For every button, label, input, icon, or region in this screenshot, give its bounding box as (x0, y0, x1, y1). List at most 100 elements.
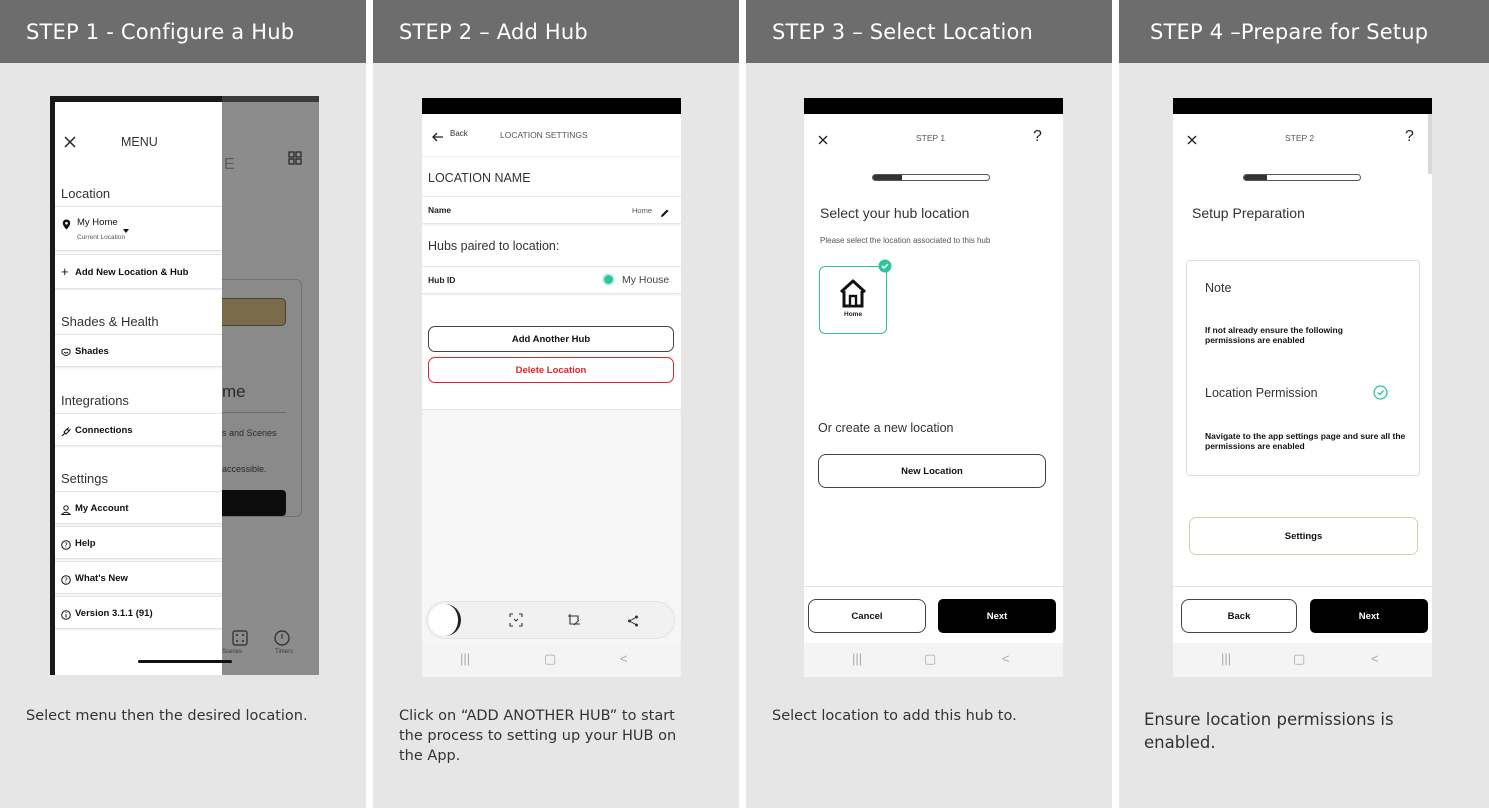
shades-item[interactable]: Shades (55, 334, 222, 367)
next-button[interactable]: Next (1310, 599, 1428, 633)
location-settings-screenshot: Back LOCATION SETTINGS LOCATION NAME Nam… (422, 98, 681, 677)
svg-text:?: ? (64, 542, 68, 550)
connections-label: Connections (75, 425, 133, 436)
next-button[interactable]: Next (938, 599, 1056, 633)
back-nav-icon[interactable]: < (620, 651, 628, 666)
android-nav-bar: ||| ▢ < (1173, 643, 1432, 677)
note-heading: Note (1205, 281, 1232, 295)
home-indicator (138, 660, 232, 663)
step-1-title: STEP 1 - Configure a Hub (0, 0, 366, 63)
scan-icon[interactable] (509, 613, 523, 632)
setup-preparation-screenshot: STEP 2 ? Setup Preparation Note If not a… (1173, 98, 1432, 677)
hub-name: My House (622, 274, 670, 286)
tab-scenes-label: Scenes (222, 649, 243, 655)
background-text: accessible. (222, 464, 267, 474)
share-icon[interactable] (627, 614, 639, 632)
help-icon: ? (61, 537, 71, 555)
grid-icon (288, 151, 302, 170)
progress-fill (1244, 175, 1268, 180)
add-another-hub-button[interactable]: Add Another Hub (428, 326, 674, 352)
house-icon (837, 279, 869, 314)
hub-status-dot (604, 275, 613, 284)
background-letter: E (224, 156, 235, 173)
new-location-button[interactable]: New Location (818, 454, 1046, 488)
step-1-panel: STEP 1 - Configure a Hub E me s and Scen… (0, 0, 366, 808)
settings-section-heading: Settings (61, 471, 108, 486)
location-section-heading: Location (61, 186, 111, 201)
connections-item[interactable]: Connections (55, 413, 222, 446)
back-button[interactable]: Back (1181, 599, 1297, 633)
whats-new-label: What's New (75, 573, 128, 584)
shades-label: Shades (75, 346, 109, 357)
version-label: Version 3.1.1 (91) (75, 608, 153, 619)
back-label[interactable]: Back (450, 129, 468, 138)
dimmed-background: E me s and Scenes accessible. Scenes Tim… (222, 96, 319, 675)
settings-button[interactable]: Settings (1189, 517, 1418, 555)
version-item[interactable]: Version 3.1.1 (91) (55, 596, 222, 629)
progress-bar (872, 174, 990, 181)
integrations-section-heading: Integrations (61, 393, 129, 408)
permission-check-icon (1373, 385, 1388, 405)
whats-new-item[interactable]: ? What's New (55, 561, 222, 594)
step-2-title: STEP 2 – Add Hub (373, 0, 739, 63)
back-arrow-icon[interactable] (432, 129, 444, 147)
bottom-toolbar (426, 601, 675, 639)
recents-icon[interactable]: ||| (460, 651, 470, 666)
location-name-heading: LOCATION NAME (428, 171, 531, 185)
name-label: Name (428, 205, 452, 215)
shades-icon (61, 345, 71, 363)
help-item[interactable]: ? Help (55, 526, 222, 559)
help-icon[interactable]: ? (1033, 128, 1042, 146)
step-1-caption: Select menu then the desired location. (26, 708, 308, 724)
background-title: me (222, 382, 246, 401)
step-2-caption: Click on “ADD ANOTHER HUB” to start the … (399, 708, 677, 764)
scenes-tab-icon (232, 630, 248, 651)
back-nav-icon[interactable]: < (1371, 651, 1379, 666)
step-3-caption: Select location to add this hub to. (772, 708, 1017, 724)
toolbar-handle[interactable] (429, 604, 461, 636)
recents-icon[interactable]: ||| (1221, 651, 1231, 666)
home-icon[interactable]: ▢ (924, 651, 936, 667)
add-location-item[interactable]: + Add New Location & Hub (55, 254, 222, 289)
current-location-item[interactable]: My Home Current Location (55, 206, 222, 251)
location-tile-home[interactable]: Home (819, 259, 892, 334)
edit-pencil-icon[interactable] (660, 205, 670, 223)
step-4-caption: Ensure location permissions is enabled. (1144, 710, 1394, 752)
my-account-item[interactable]: My Account (55, 491, 222, 524)
scrollbar[interactable] (1428, 114, 1432, 174)
name-row[interactable]: Name Home (422, 196, 681, 224)
background-text: s and Scenes (222, 428, 277, 438)
svg-text:?: ? (64, 577, 68, 585)
cancel-button[interactable]: Cancel (808, 599, 926, 633)
step-label: STEP 1 (916, 133, 946, 143)
location-tile-label: Home (844, 311, 863, 318)
step-4-title: STEP 4 –Prepare for Setup (1119, 0, 1489, 63)
name-value: Home (632, 206, 653, 215)
background-gold-button (222, 298, 286, 326)
home-icon[interactable]: ▢ (1293, 651, 1305, 667)
close-icon[interactable] (818, 132, 828, 150)
delete-location-button[interactable]: Delete Location (428, 357, 674, 383)
tab-timers-label: Timers (275, 649, 294, 655)
step-3-title: STEP 3 – Select Location (746, 0, 1112, 63)
recents-icon[interactable]: ||| (852, 651, 862, 666)
pin-icon (62, 217, 71, 235)
back-nav-icon[interactable]: < (1002, 651, 1010, 666)
home-icon[interactable]: ▢ (544, 651, 556, 667)
progress-bar (1243, 174, 1361, 181)
create-location-heading: Or create a new location (818, 421, 954, 435)
crop-edit-icon[interactable] (567, 613, 581, 632)
help-icon[interactable]: ? (1405, 128, 1414, 146)
hub-row[interactable]: Hub ID My House (422, 266, 681, 294)
hub-id-label: Hub ID (428, 275, 456, 285)
info-icon (61, 607, 71, 625)
close-icon[interactable] (1187, 132, 1197, 150)
plus-icon: + (61, 264, 69, 279)
select-location-screenshot: STEP 1 ? Select your hub location Please… (804, 98, 1063, 677)
close-icon[interactable] (64, 135, 76, 153)
step-label: STEP 2 (1285, 133, 1315, 143)
menu-screenshot: E me s and Scenes accessible. Scenes Tim… (50, 96, 319, 675)
help-label: Help (75, 538, 96, 549)
shades-section-heading: Shades & Health (61, 314, 159, 329)
select-hub-subtitle: Please select the location associated to… (820, 236, 991, 245)
